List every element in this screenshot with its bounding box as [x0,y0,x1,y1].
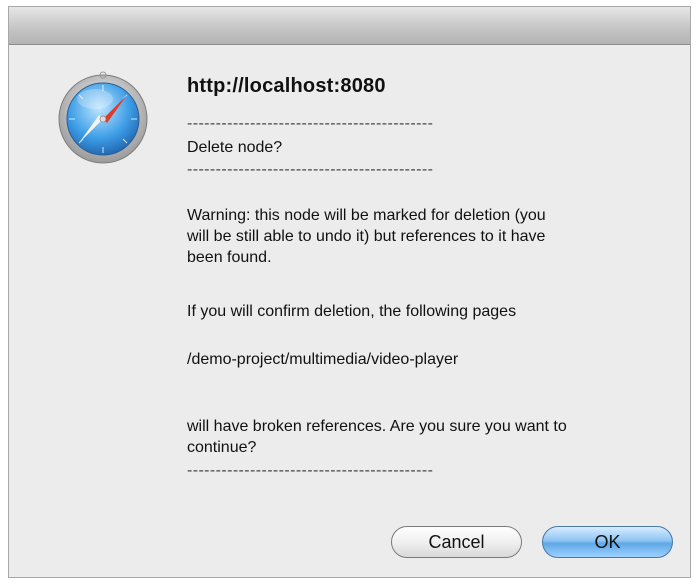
alert-dialog: http://localhost:8080 ------------------… [8,6,691,578]
separator-mid: ----------------------------------------… [187,161,434,178]
page-path: /demo-project/multimedia/video-player [187,351,459,368]
safari-compass-icon [55,69,151,165]
separator-top: ----------------------------------------… [187,115,434,132]
ok-button[interactable]: OK [542,526,673,558]
cancel-button[interactable]: Cancel [391,526,522,558]
dialog-question: Delete node? [187,139,283,156]
window-title-bar[interactable] [9,7,690,45]
broken-references-text: will have broken references. Are you sur… [187,418,567,456]
confirm-text: If you will confirm deletion, the follow… [187,303,517,320]
separator-bottom: ----------------------------------------… [187,462,434,479]
dialog-title: http://localhost:8080 [187,75,386,97]
warning-text: Warning: this node will be marked for de… [187,207,546,266]
